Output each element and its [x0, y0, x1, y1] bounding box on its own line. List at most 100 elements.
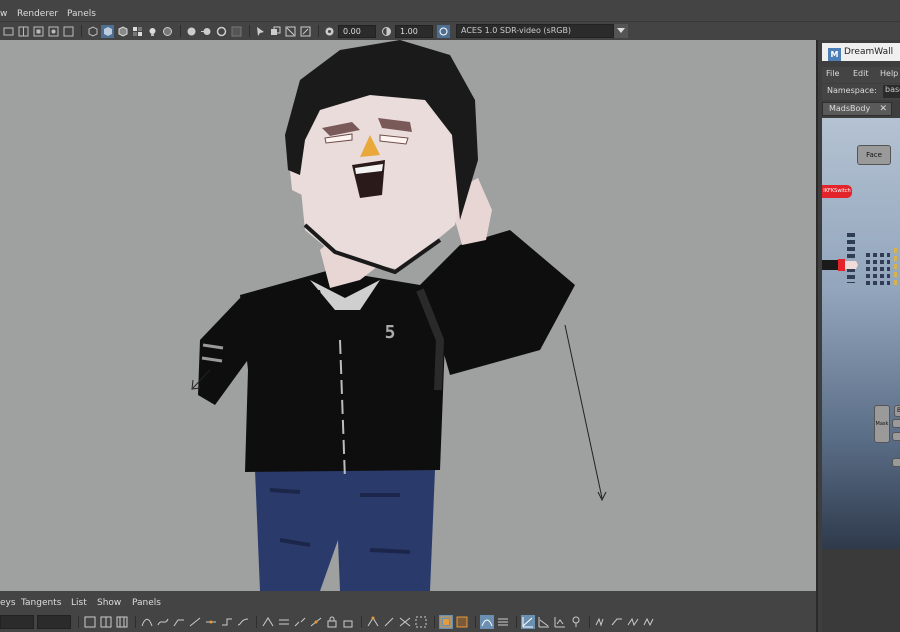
finger-controls[interactable]: [866, 253, 890, 287]
free-weights-icon[interactable]: [341, 615, 355, 629]
dreamwall-logo: M: [828, 48, 841, 61]
dreamwall-menu-help[interactable]: Help: [880, 69, 898, 78]
b-button[interactable]: B: [894, 405, 900, 417]
menu-keys[interactable]: eys: [0, 598, 16, 608]
absolute-view-icon[interactable]: [553, 615, 567, 629]
linear-tangent-icon[interactable]: [188, 615, 202, 629]
post-infinity-icon[interactable]: [610, 615, 624, 629]
menu-tangents[interactable]: Tangents: [21, 598, 61, 608]
viewport-3d[interactable]: 5: [0, 40, 816, 591]
menu-renderer[interactable]: Renderer: [17, 9, 58, 19]
camera-icon[interactable]: [2, 25, 15, 38]
graph-editor-bar: eys Tangents List Show Panels: [0, 591, 816, 632]
color-management-icon[interactable]: [437, 24, 450, 38]
region-tool-icon[interactable]: [414, 615, 428, 629]
toolbar-divider: [256, 616, 257, 628]
wireframe-cube-icon[interactable]: [86, 25, 99, 38]
toolbar-divider: [516, 616, 517, 628]
cycle-icon[interactable]: [626, 615, 640, 629]
normalize-icon[interactable]: [521, 615, 535, 629]
chevron-down-icon[interactable]: [614, 24, 628, 38]
exposure-field[interactable]: 0.00: [338, 24, 376, 38]
dreamwall-menu-bar: File Edit Help: [822, 67, 900, 83]
picker-canvas[interactable]: Face IKFKSwitch Mask B: [822, 118, 900, 549]
isolate-select-icon[interactable]: [254, 25, 267, 38]
mask-button[interactable]: Mask: [874, 405, 890, 443]
character-render: [191, 40, 607, 591]
dreamwall-menu-file[interactable]: File: [826, 69, 839, 78]
menu-panels[interactable]: Panels: [67, 9, 96, 19]
flat-tangent-icon[interactable]: [204, 615, 218, 629]
picker-small-button[interactable]: [892, 432, 900, 441]
add-key-icon[interactable]: [382, 615, 396, 629]
graph-view-icon[interactable]: [480, 615, 494, 629]
break-tangents-icon[interactable]: [293, 615, 307, 629]
xray-joints-icon[interactable]: [284, 25, 297, 38]
gamma-field[interactable]: 1.00: [395, 24, 433, 38]
viewport-toolbar: 0.00 1.00 ACES 1.0 SDR-video (sRGB): [0, 22, 900, 40]
xray-icon[interactable]: [269, 25, 282, 38]
oscillate-icon[interactable]: [642, 615, 656, 629]
frame-playback-icon[interactable]: [99, 615, 113, 629]
lattice-deform-icon[interactable]: [398, 615, 412, 629]
close-icon[interactable]: ✕: [879, 103, 887, 115]
resolution-gate-icon[interactable]: [32, 25, 45, 38]
namespace-row: Namespace: base: [822, 84, 900, 100]
xray-components-icon[interactable]: [299, 25, 312, 38]
dreamwall-panel: M DreamWall File Edit Help Namespace: ba…: [816, 40, 900, 632]
buffer-curve-icon[interactable]: [261, 615, 275, 629]
frame-all-icon[interactable]: [83, 615, 97, 629]
dreamwall-window-title[interactable]: M DreamWall: [822, 43, 900, 61]
namespace-field[interactable]: base: [883, 85, 900, 98]
smooth-shade-icon[interactable]: [101, 24, 114, 38]
menu-view[interactable]: w: [0, 9, 7, 19]
dreamwall-title-text: DreamWall: [844, 47, 894, 57]
stats-field-frame[interactable]: [0, 615, 34, 629]
wire-on-shaded-icon[interactable]: [116, 25, 129, 38]
toolbar-divider: [81, 25, 82, 37]
hand-control[interactable]: [822, 257, 860, 273]
step-tangent-icon[interactable]: [220, 615, 234, 629]
denormalize-icon[interactable]: [537, 615, 551, 629]
menu-list[interactable]: List: [71, 598, 87, 608]
menu-panels[interactable]: Panels: [132, 598, 161, 608]
dreamwall-menu-edit[interactable]: Edit: [853, 69, 869, 78]
screen-space-ao-icon[interactable]: [185, 25, 198, 38]
shadows-icon[interactable]: [161, 25, 174, 38]
spline-tangent-icon[interactable]: [156, 615, 170, 629]
exposure-icon[interactable]: [323, 25, 336, 38]
gamma-icon[interactable]: [380, 25, 393, 38]
motion-blur-icon[interactable]: [200, 25, 213, 38]
pin-icon[interactable]: [569, 615, 583, 629]
depth-of-field-icon[interactable]: [230, 25, 243, 38]
unify-tangents-icon[interactable]: [309, 615, 323, 629]
menu-show[interactable]: Show: [97, 598, 121, 608]
textured-icon[interactable]: [131, 25, 144, 38]
face-button[interactable]: Face: [857, 145, 891, 165]
trax-editor-icon[interactable]: [455, 615, 469, 629]
auto-tangent-icon[interactable]: [140, 615, 154, 629]
picker-small-button[interactable]: [892, 419, 900, 428]
tab-madsbody[interactable]: MadsBody ✕: [822, 102, 892, 116]
film-gate-icon[interactable]: [47, 25, 60, 38]
anti-alias-icon[interactable]: [215, 25, 228, 38]
pre-infinity-icon[interactable]: [594, 615, 608, 629]
toolbar-divider: [361, 616, 362, 628]
safe-action-icon[interactable]: [62, 25, 75, 38]
lock-weights-icon[interactable]: [325, 615, 339, 629]
dope-sheet-icon[interactable]: [439, 615, 453, 629]
thumb-controls[interactable]: [894, 248, 897, 288]
grid-icon[interactable]: [17, 25, 30, 38]
center-current-time-icon[interactable]: [115, 615, 129, 629]
view-transform-dropdown[interactable]: ACES 1.0 SDR-video (sRGB): [456, 24, 614, 38]
clamped-tangent-icon[interactable]: [172, 615, 186, 629]
insert-key-icon[interactable]: [366, 615, 380, 629]
swap-buffer-icon[interactable]: [277, 615, 291, 629]
stats-field-value[interactable]: [37, 615, 71, 629]
ikfk-switch-button[interactable]: IKFKSwitch: [822, 185, 852, 198]
use-all-lights-icon[interactable]: [146, 25, 159, 38]
curve-display-icon[interactable]: [496, 615, 510, 629]
picker-small-button[interactable]: [892, 458, 900, 467]
toolbar-divider: [180, 25, 181, 37]
plateau-tangent-icon[interactable]: [236, 615, 250, 629]
